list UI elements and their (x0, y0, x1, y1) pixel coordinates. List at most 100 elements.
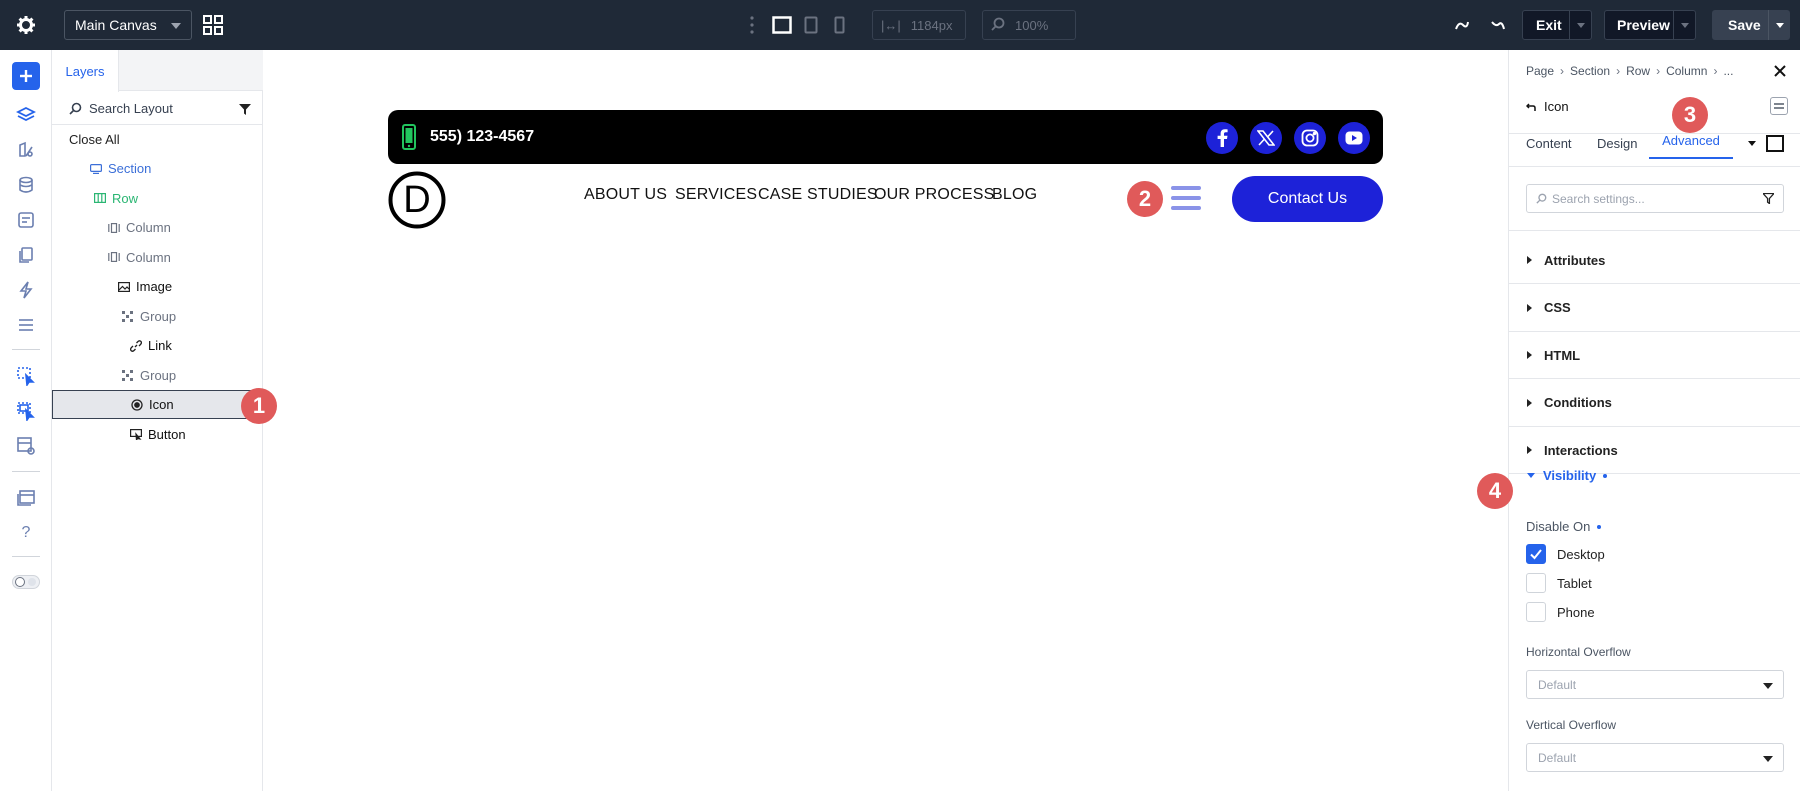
library-icon[interactable] (12, 484, 40, 512)
save-dropdown-icon[interactable] (1768, 10, 1790, 40)
desktop-checkbox[interactable] (1526, 544, 1546, 564)
preview-button[interactable]: Preview (1604, 10, 1696, 40)
breadcrumb-separator-icon: › (1616, 64, 1621, 78)
back-arrow-icon[interactable] (1526, 102, 1536, 112)
section-attributes[interactable]: Attributes (1509, 237, 1800, 284)
grid-view-icon[interactable] (203, 14, 225, 36)
exit-button[interactable]: Exit (1522, 10, 1592, 40)
visibility-expanded-icon[interactable] (1527, 473, 1535, 478)
annotation-badge-2: 2 (1127, 181, 1163, 217)
annotation-badge-1: 1 (241, 388, 277, 424)
phone-checkbox[interactable] (1526, 602, 1546, 622)
nav-services[interactable]: SERVICES (675, 186, 757, 204)
help-icon[interactable]: ? (12, 519, 40, 547)
breadcrumb-item[interactable]: Page (1526, 64, 1554, 78)
layers-search[interactable]: Search Layout (52, 92, 263, 125)
section-css[interactable]: CSS (1509, 285, 1800, 332)
tabs-overflow-icon[interactable] (1748, 141, 1756, 146)
section-html[interactable]: HTML (1509, 332, 1800, 379)
canvas-select-label: Main Canvas (75, 17, 157, 33)
tablet-view-icon[interactable] (804, 15, 820, 35)
tablet-checkbox[interactable] (1526, 573, 1546, 593)
expand-panel-icon[interactable] (1766, 135, 1784, 152)
settings-panel: Page › Section › Row › Column ›... Icon Content… (1508, 50, 1800, 791)
breadcrumb-separator-icon: › (1656, 64, 1661, 78)
layer-item-section[interactable]: Section (52, 154, 263, 183)
breadcrumb-item[interactable]: Section (1570, 64, 1610, 78)
visibility-title: Visibility (1543, 468, 1597, 483)
close-icon[interactable] (1774, 64, 1788, 78)
gear-icon[interactable] (16, 13, 40, 37)
contact-us-button[interactable]: Contact Us (1232, 176, 1383, 222)
module-options-icon[interactable] (1770, 97, 1788, 115)
nav-about-us[interactable]: ABOUT US (584, 186, 667, 204)
instagram-icon[interactable] (1294, 122, 1326, 154)
divider (12, 349, 40, 350)
horizontal-overflow-select[interactable]: Default (1526, 670, 1784, 699)
save-label: Save (1728, 17, 1761, 33)
exit-dropdown-icon[interactable] (1569, 11, 1591, 39)
redo-icon[interactable] (1490, 16, 1508, 34)
phone-view-icon[interactable] (834, 15, 848, 35)
group-icon (122, 310, 133, 322)
save-button[interactable]: Save (1712, 10, 1790, 40)
add-icon[interactable] (12, 62, 40, 90)
layer-item-button[interactable]: Button (52, 420, 263, 449)
nav-case-studies[interactable]: CASE STUDIES (758, 186, 878, 204)
zoom-field[interactable]: 100% (982, 10, 1076, 40)
section-interactions[interactable]: Interactions (1509, 427, 1800, 474)
sliders-icon[interactable] (12, 311, 40, 339)
youtube-icon[interactable] (1338, 122, 1370, 154)
logo[interactable]: D (388, 171, 446, 229)
topbar-preview[interactable]: 555) 123-4567 (388, 110, 1383, 164)
settings-search-input[interactable]: Search settings... (1526, 184, 1784, 213)
layer-item-row[interactable]: Row (52, 184, 263, 213)
layer-item-link[interactable]: Link (52, 331, 263, 360)
nav-our-process[interactable]: OUR PROCESS (874, 186, 994, 204)
breadcrumb-item[interactable]: Column (1666, 64, 1707, 78)
more-vertical-icon[interactable] (750, 15, 756, 35)
undo-icon[interactable] (1454, 16, 1472, 34)
facebook-icon[interactable] (1206, 122, 1238, 154)
nav-blog[interactable]: BLOG (992, 186, 1037, 204)
database-icon[interactable] (12, 171, 40, 199)
multi-select-icon[interactable] (12, 397, 40, 425)
row-icon (94, 193, 106, 203)
layer-item-label: Link (148, 338, 172, 353)
layer-item-column[interactable]: Column (52, 243, 263, 272)
vertical-overflow-select[interactable]: Default (1526, 743, 1784, 772)
phone-checkbox-label: Phone (1557, 605, 1595, 620)
tab-layers[interactable]: Layers (52, 50, 119, 92)
chevron-down-icon (171, 23, 181, 29)
tab-content[interactable]: Content (1526, 136, 1572, 151)
layer-item-label: Column (126, 220, 171, 235)
desktop-view-icon[interactable] (772, 15, 794, 35)
canvas-select[interactable]: Main Canvas (64, 10, 192, 40)
layers-icon[interactable] (12, 101, 40, 129)
pages-icon[interactable] (12, 241, 40, 269)
breadcrumb-item[interactable]: ... (1723, 64, 1733, 78)
filter-icon[interactable] (1763, 193, 1774, 204)
layer-item-group[interactable]: Group (52, 361, 263, 390)
x-icon[interactable] (1250, 122, 1282, 154)
lightning-icon[interactable] (12, 276, 40, 304)
canvas-area: 555) 123-4567 D ABOUT US SERVICES CASE S… (263, 50, 1508, 791)
breadcrumb-item[interactable]: Row (1626, 64, 1650, 78)
layer-item-group[interactable]: Group (52, 302, 263, 331)
form-icon[interactable] (12, 206, 40, 234)
close-all-button[interactable]: Close All (52, 125, 263, 154)
canvas-width-field[interactable]: |↔| 1184px (872, 10, 966, 40)
theme-toggle[interactable] (12, 568, 40, 596)
presets-icon[interactable] (12, 136, 40, 164)
layer-item-icon[interactable]: Icon (52, 390, 263, 419)
tab-design[interactable]: Design (1597, 136, 1637, 151)
layer-item-column[interactable]: Column (52, 213, 263, 242)
layer-item-image[interactable]: Image (52, 272, 263, 301)
visibility-section-header[interactable]: Visibility (1543, 468, 1608, 483)
layout-preview-icon[interactable] (12, 432, 40, 460)
filter-icon[interactable] (239, 104, 251, 115)
preview-dropdown-icon[interactable] (1673, 11, 1695, 39)
section-conditions[interactable]: Conditions (1509, 380, 1800, 427)
select-element-icon[interactable] (12, 362, 40, 390)
hamburger-menu-icon[interactable] (1171, 184, 1201, 214)
